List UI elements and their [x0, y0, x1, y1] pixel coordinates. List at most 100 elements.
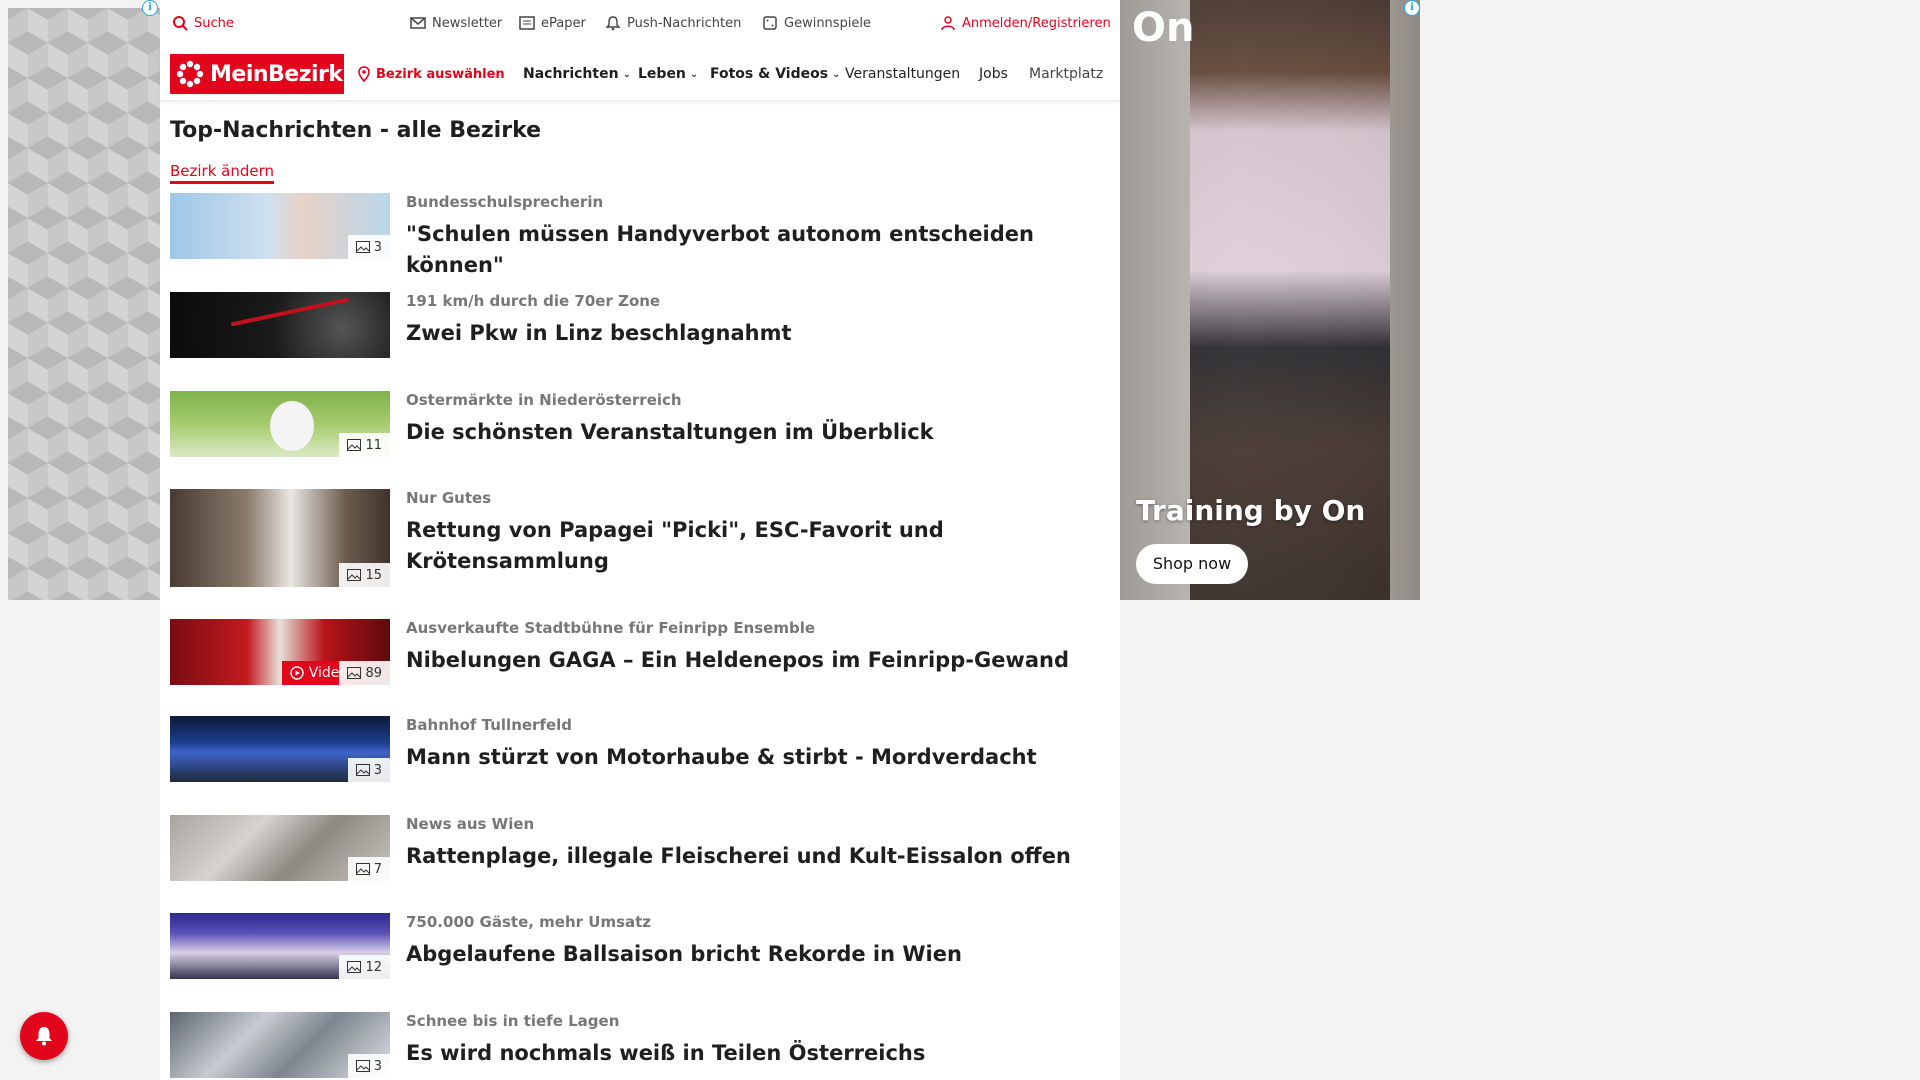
article-item[interactable]: 191 km/h durch die 70er Zone Zwei Pkw in… — [170, 292, 1110, 358]
main-column: Suche Newsletter ePaper Push-Nachrichten… — [160, 0, 1120, 1080]
article-kicker: Schnee bis in tiefe Lagen — [406, 1012, 620, 1030]
article-thumbnail[interactable]: 3 — [170, 716, 390, 782]
gallery-count: 89 — [365, 665, 382, 681]
article-headline[interactable]: Nibelungen GAGA – Ein Heldenepos im Fein… — [406, 645, 1106, 676]
article-item[interactable]: 7 News aus Wien Rattenplage, illegale Fl… — [170, 815, 1110, 881]
nav-label-jobs: Jobs — [979, 66, 1008, 82]
article-thumbnail[interactable]: 3 — [170, 193, 390, 259]
mail-icon — [410, 17, 426, 29]
newsletter-label: Newsletter — [432, 15, 503, 31]
article-headline[interactable]: Mann stürzt von Motorhaube & stirbt - Mo… — [406, 742, 1106, 773]
top-utility-bar: Suche Newsletter ePaper Push-Nachrichten… — [160, 0, 1120, 46]
bezirk-select-button[interactable]: Bezirk auswählen — [356, 66, 505, 82]
ad-headline: Training by On — [1136, 494, 1366, 527]
chevron-down-icon: ⌄ — [689, 68, 699, 80]
nav-item-nachrichten[interactable]: Nachrichten ⌄ — [523, 66, 631, 82]
push-label: Push-Nachrichten — [627, 15, 742, 31]
dice-icon — [763, 16, 777, 30]
meinbezirk-logo[interactable]: MeinBezirk — [170, 54, 344, 94]
search-link[interactable]: Suche — [172, 15, 234, 31]
notification-bell-button[interactable] — [20, 1012, 68, 1060]
article-headline[interactable]: Es wird nochmals weiß in Teilen Österrei… — [406, 1038, 1106, 1069]
article-headline[interactable]: Rettung von Papagei "Picki", ESC-Favorit… — [406, 515, 1106, 577]
article-item[interactable]: 3 Bundesschulsprecherin "Schulen müssen … — [170, 193, 1110, 277]
article-kicker: Ausverkaufte Stadtbühne für Feinripp Ens… — [406, 619, 816, 637]
gallery-count: 3 — [373, 1058, 382, 1074]
article-item[interactable]: 3 Bahnhof Tullnerfeld Mann stürzt von Mo… — [170, 716, 1110, 782]
bell-icon — [36, 1027, 52, 1046]
article-kicker: News aus Wien — [406, 815, 535, 833]
epaper-label: ePaper — [541, 15, 586, 31]
login-link[interactable]: Anmelden/Registrieren — [940, 15, 1111, 31]
article-item[interactable]: 15 Nur Gutes Rettung von Papagei "Picki"… — [170, 489, 1110, 587]
left-skyscraper-ad[interactable]: i — [8, 0, 160, 600]
article-headline[interactable]: "Schulen müssen Handyverbot autonom ents… — [406, 219, 1106, 281]
article-thumbnail[interactable]: 3 — [170, 1012, 390, 1078]
logo-flower-icon — [176, 60, 204, 88]
chevron-down-icon: ⌄ — [622, 68, 631, 80]
article-item[interactable]: 3 Schnee bis in tiefe Lagen Es wird noch… — [170, 1012, 1110, 1078]
article-thumbnail[interactable]: Video 89 — [170, 619, 390, 685]
article-thumbnail[interactable]: 12 — [170, 913, 390, 979]
gallery-count-badge: 11 — [339, 433, 390, 457]
change-bezirk-link[interactable]: Bezirk ändern — [170, 162, 275, 184]
nav-label-nachrichten: Nachrichten — [523, 66, 619, 82]
nav-item-fotos-videos[interactable]: Fotos & Videos ⌄ — [710, 66, 840, 82]
newspaper-icon — [519, 16, 535, 30]
article-thumbnail[interactable]: 15 — [170, 489, 390, 587]
ad-info-icon[interactable]: i — [142, 0, 158, 16]
logo-text: MeinBezirk — [210, 61, 343, 87]
article-kicker: Bundesschulsprecherin — [406, 193, 604, 211]
page-title: Top-Nachrichten - alle Bezirke — [170, 118, 542, 143]
bell-icon — [605, 16, 621, 31]
rabbit-shape — [270, 401, 314, 451]
push-link[interactable]: Push-Nachrichten — [605, 15, 741, 31]
article-item[interactable]: Video 89 Ausverkaufte Stadtbühne für Fei… — [170, 619, 1110, 685]
gallery-icon — [347, 667, 362, 679]
right-skyscraper-ad[interactable]: On i Training by On Shop now — [1120, 0, 1420, 600]
gallery-count: 15 — [365, 567, 382, 583]
gewinnspiele-link[interactable]: Gewinnspiele — [762, 15, 871, 31]
gallery-icon — [347, 961, 362, 973]
location-pin-icon — [358, 66, 370, 82]
article-headline[interactable]: Zwei Pkw in Linz beschlagnahmt — [406, 318, 1106, 349]
nav-label-veranstaltungen: Veranstaltungen — [845, 66, 961, 82]
shop-now-button[interactable]: Shop now — [1136, 544, 1248, 584]
article-headline[interactable]: Die schönsten Veranstaltungen im Überbli… — [406, 417, 1106, 448]
article-kicker: Ostermärkte in Niederösterreich — [406, 391, 682, 409]
article-headline[interactable]: Rattenplage, illegale Fleischerei und Ku… — [406, 841, 1106, 872]
nav-label-marktplatz: Marktplatz — [1029, 66, 1104, 82]
article-thumbnail[interactable]: 11 — [170, 391, 390, 457]
newsletter-link[interactable]: Newsletter — [410, 15, 502, 31]
speedometer-needle — [230, 297, 350, 327]
gallery-icon — [355, 1060, 370, 1072]
nav-label-leben: Leben — [638, 66, 686, 82]
article-headline[interactable]: Abgelaufene Ballsaison bricht Rekorde in… — [406, 939, 1106, 970]
on-brand-logo: On — [1132, 5, 1195, 51]
gallery-count-badge: 15 — [339, 563, 390, 587]
ad-info-icon[interactable]: i — [1404, 0, 1420, 16]
nav-item-marktplatz[interactable]: Marktplatz — [1029, 66, 1113, 82]
gallery-icon — [355, 764, 370, 776]
nav-label-fotos-videos: Fotos & Videos — [710, 66, 829, 82]
gewinnspiele-label: Gewinnspiele — [784, 15, 872, 31]
gallery-count: 12 — [365, 959, 382, 975]
article-item[interactable]: 11 Ostermärkte in Niederösterreich Die s… — [170, 391, 1110, 457]
gallery-icon — [347, 569, 362, 581]
chevron-down-icon: ⌄ — [832, 68, 841, 80]
nav-item-jobs[interactable]: Jobs — [979, 66, 1008, 82]
gallery-count-badge: 89 — [339, 661, 390, 685]
search-label: Suche — [194, 15, 234, 31]
main-navigation: MeinBezirk Bezirk auswählen Nachrichten ⌄… — [160, 46, 1120, 101]
article-thumbnail[interactable]: 7 — [170, 815, 390, 881]
nav-item-veranstaltungen[interactable]: Veranstaltungen — [845, 66, 960, 82]
article-thumbnail[interactable] — [170, 292, 390, 358]
gallery-icon — [355, 241, 370, 253]
gallery-icon — [347, 439, 362, 451]
article-kicker: 191 km/h durch die 70er Zone — [406, 292, 661, 310]
article-kicker: 750.000 Gäste, mehr Umsatz — [406, 913, 652, 931]
epaper-link[interactable]: ePaper — [519, 15, 586, 31]
article-kicker: Nur Gutes — [406, 489, 492, 507]
article-item[interactable]: 12 750.000 Gäste, mehr Umsatz Abgelaufen… — [170, 913, 1110, 979]
nav-item-leben[interactable]: Leben ⌄ — [638, 66, 698, 82]
